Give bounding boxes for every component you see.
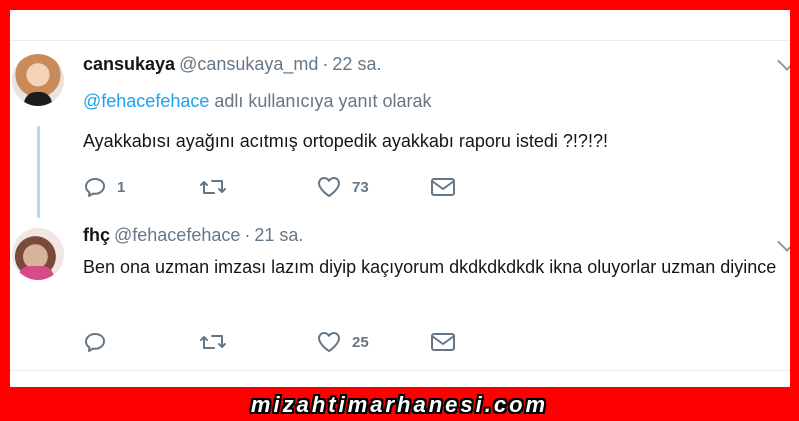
reply-context: @fehacefehace adlı kullanıcıya yanıt ola… xyxy=(83,91,432,112)
reply-button[interactable]: 1 xyxy=(83,172,125,202)
display-name[interactable]: fhç xyxy=(83,225,110,245)
retweet-icon xyxy=(200,180,226,194)
mention-link[interactable]: @fehacefehace xyxy=(83,91,209,111)
tweet-text: Ben ona uzman imzası lazım diyip kaçıyor… xyxy=(83,257,777,277)
watermark-text: mizahtimarhanesi.com xyxy=(250,392,549,417)
direct-message-button[interactable] xyxy=(430,327,456,357)
more-options-icon[interactable] xyxy=(777,51,790,71)
avatar[interactable] xyxy=(12,54,64,106)
reply-button[interactable] xyxy=(83,327,117,357)
tweet-thread-card: cansukaya @cansukaya_md · 22 sa. @fehacefeh… xyxy=(10,10,790,387)
top-divider xyxy=(10,40,790,41)
retweet-button[interactable] xyxy=(199,327,237,357)
retweet-button[interactable] xyxy=(199,172,237,202)
tweet-header: fhç @fehacefehace · 21 sa. xyxy=(83,225,303,246)
reply-context-text: adlı kullanıcıya yanıt olarak xyxy=(214,91,432,111)
retweet-icon xyxy=(200,335,226,349)
handle[interactable]: @fehacefehace xyxy=(114,225,240,245)
tweet-actions: 1 73 xyxy=(83,172,483,202)
reply-count: 1 xyxy=(117,178,126,196)
tweet-text: Ayakkabısı ayağını acıtmış ortopedik aya… xyxy=(83,131,608,151)
like-icon xyxy=(318,332,340,352)
separator-dot: · xyxy=(322,54,329,74)
reply-icon xyxy=(85,333,105,352)
display-name[interactable]: cansukaya xyxy=(83,54,175,74)
thread-connector-line xyxy=(37,126,40,218)
like-button[interactable]: 25 xyxy=(316,327,369,357)
handle[interactable]: @cansukaya_md xyxy=(179,54,318,74)
avatar[interactable] xyxy=(12,228,64,280)
like-count: 25 xyxy=(352,333,369,351)
like-icon xyxy=(318,177,340,197)
bottom-divider xyxy=(10,370,790,371)
separator-dot: · xyxy=(244,225,251,245)
tweet-actions: 25 xyxy=(83,327,483,357)
like-button[interactable]: 73 xyxy=(316,172,369,202)
direct-message-button[interactable] xyxy=(430,172,456,202)
like-count: 73 xyxy=(352,178,369,196)
timestamp[interactable]: 22 sa. xyxy=(332,54,381,74)
reply-icon xyxy=(85,178,105,197)
tweet-header: cansukaya @cansukaya_md · 22 sa. xyxy=(83,54,381,75)
red-frame: cansukaya @cansukaya_md · 22 sa. @fehacefeh… xyxy=(0,0,799,421)
timestamp[interactable]: 21 sa. xyxy=(254,225,303,245)
direct-message-icon xyxy=(431,178,455,196)
direct-message-icon xyxy=(431,333,455,351)
more-options-icon[interactable] xyxy=(777,232,790,252)
